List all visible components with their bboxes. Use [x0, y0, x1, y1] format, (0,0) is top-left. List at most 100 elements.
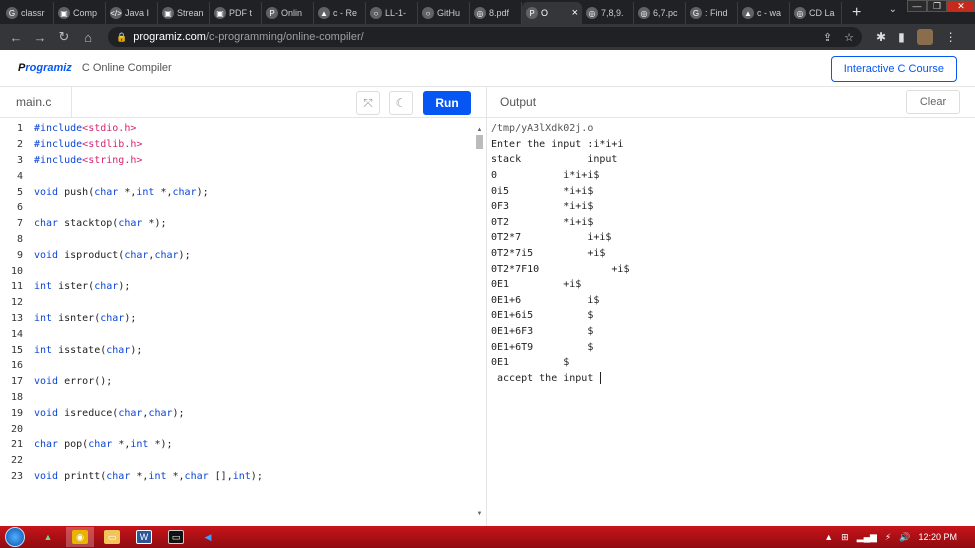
code-line[interactable]: 15 int isstate(char);: [0, 342, 474, 358]
code-line[interactable]: 23 void printt(char *, int *, char [], int);: [0, 469, 474, 485]
code-token: char: [100, 312, 125, 324]
taskbar-android-studio[interactable]: ▲: [34, 527, 62, 547]
tab-search-icon[interactable]: ⌄: [889, 4, 897, 15]
browser-tab[interactable]: ○ GitHu: [418, 2, 470, 24]
browser-tab[interactable]: G: Find: [686, 2, 738, 24]
browser-tab[interactable]: ◎ 6,7.pc: [634, 2, 686, 24]
browser-tab[interactable]: ○ LL-1-: [366, 2, 418, 24]
extensions-icon[interactable]: ✱: [876, 30, 886, 44]
reload-icon[interactable]: ↻: [54, 29, 74, 45]
code-line[interactable]: 12: [0, 295, 474, 311]
code-line[interactable]: 1 #include <stdio.h>: [0, 121, 474, 137]
scroll-up-arrow-icon[interactable]: ▲: [476, 127, 483, 133]
close-icon[interactable]: ✕: [947, 0, 975, 12]
code-line[interactable]: 4: [0, 168, 474, 184]
window-controls: — ❐ ✕: [907, 0, 975, 12]
code-line[interactable]: 3 #include <string.h>: [0, 153, 474, 169]
browser-tab[interactable]: ▣ Comp: [54, 2, 106, 24]
code-editor-panel: main.c ⤧ ☾ Run 1 #include <stdio.h> 2 #inclu…: [0, 86, 487, 526]
bookmark-star-icon[interactable]: ☆: [844, 31, 854, 44]
browser-tab[interactable]: ▲ c - wa: [738, 2, 790, 24]
browser-tab[interactable]: ◎ 8.pdf: [470, 2, 522, 24]
browser-tab[interactable]: ▲ c - Re: [314, 2, 366, 24]
browser-tab[interactable]: P Onlin: [262, 2, 314, 24]
start-button[interactable]: [0, 526, 30, 548]
editor-scrollbar[interactable]: ▲ ▼: [476, 127, 483, 517]
output-line: 0E1 $: [491, 355, 629, 371]
clear-button[interactable]: Clear: [906, 90, 960, 114]
code-area[interactable]: 1 #include <stdio.h> 2 #include <stdlib.h> 3 #i…: [0, 121, 474, 521]
code-token: char: [172, 186, 197, 198]
share-icon[interactable]: ⇪: [823, 31, 832, 44]
code-line[interactable]: 22: [0, 453, 474, 469]
browser-tab[interactable]: ▣ Strean: [158, 2, 210, 24]
new-tab-button[interactable]: +: [842, 2, 871, 24]
site-header: Programiz C Online Compiler Interactive …: [0, 50, 975, 87]
taskbar-vscode[interactable]: ◀: [194, 527, 222, 547]
profile-avatar[interactable]: [916, 29, 933, 45]
code-token: void: [34, 470, 59, 482]
code-line[interactable]: 6: [0, 200, 474, 216]
back-icon[interactable]: ←: [6, 30, 26, 45]
output-panel: Output Clear /tmp/yA3lXdk02j.o Enter the …: [487, 87, 975, 526]
fullscreen-icon[interactable]: ⤧: [356, 91, 380, 115]
taskbar-explorer[interactable]: ▭: [98, 527, 126, 547]
signal-icon[interactable]: ▂▄▆: [857, 532, 877, 543]
browser-tab[interactable]: ◎ CD La: [790, 2, 842, 24]
taskbar-cmd[interactable]: ▭: [162, 527, 190, 547]
tab-favicon-icon: ◎: [474, 7, 486, 19]
code-line[interactable]: 21 char pop(char *, int *);: [0, 437, 474, 453]
code-line[interactable]: 19 void isreduce(char, char);: [0, 405, 474, 421]
file-tab-main-c[interactable]: main.c: [0, 86, 72, 118]
line-number: 14: [10, 328, 23, 340]
scroll-down-arrow-icon[interactable]: ▼: [476, 511, 483, 517]
tab-title: : Find: [705, 8, 728, 18]
code-line[interactable]: 5 void push(char *, int *, char);: [0, 184, 474, 200]
code-line[interactable]: 13 int isnter(char);: [0, 311, 474, 327]
programiz-logo[interactable]: Programiz: [18, 62, 72, 74]
line-number: 20: [10, 423, 23, 435]
browser-tab[interactable]: </> Java I: [106, 2, 158, 24]
code-line[interactable]: 10: [0, 263, 474, 279]
browser-tab[interactable]: ▣ PDF t: [210, 2, 262, 24]
home-icon[interactable]: ⌂: [78, 30, 98, 45]
minimize-icon[interactable]: —: [907, 0, 927, 12]
code-line[interactable]: 17 void error();: [0, 374, 474, 390]
volume-icon[interactable]: 🔊: [899, 532, 910, 543]
url-input[interactable]: 🔒 programiz.com/c-programming/online-com…: [108, 27, 862, 47]
side-panel-icon[interactable]: ▮: [898, 30, 905, 44]
code-line[interactable]: 18: [0, 390, 474, 406]
interactive-course-button[interactable]: Interactive C Course: [830, 56, 957, 82]
code-line[interactable]: 9 void isproduct(char, char);: [0, 247, 474, 263]
browser-tab[interactable]: Gclassr: [2, 2, 54, 24]
forward-icon[interactable]: →: [30, 30, 50, 45]
code-token: stacktop(: [58, 218, 119, 230]
clock[interactable]: 12:20 PM: [918, 532, 957, 542]
browser-tab[interactable]: ◎ 7,8,9.: [582, 2, 634, 24]
code-line[interactable]: 2 #include <stdlib.h>: [0, 137, 474, 153]
tab-title: CD La: [809, 8, 835, 18]
output-line-text: 0i5 *i+i$: [491, 185, 594, 197]
code-line[interactable]: 14: [0, 326, 474, 342]
code-line[interactable]: 8: [0, 232, 474, 248]
taskbar-word[interactable]: W: [130, 527, 158, 547]
scroll-thumb[interactable]: [476, 135, 483, 149]
run-button[interactable]: Run: [423, 91, 471, 115]
browser-tab[interactable]: P O ×: [522, 2, 582, 24]
taskbar-chrome[interactable]: ◉: [66, 527, 94, 547]
output-console[interactable]: /tmp/yA3lXdk02j.o Enter the input :i*i+i s…: [491, 121, 629, 386]
network-icon[interactable]: ⊞: [841, 532, 849, 543]
tab-close-icon[interactable]: ×: [572, 7, 578, 19]
menu-icon[interactable]: ⋮: [945, 30, 957, 44]
code-line[interactable]: 7 char stacktop(char *);: [0, 216, 474, 232]
code-line[interactable]: 11 int ister(char);: [0, 279, 474, 295]
code-token: int: [232, 470, 251, 482]
tab-favicon-icon: ◎: [638, 7, 650, 19]
code-line[interactable]: 16: [0, 358, 474, 374]
dark-mode-moon-icon[interactable]: ☾: [389, 91, 413, 115]
code-line[interactable]: 20: [0, 421, 474, 437]
tray-expand-icon[interactable]: ▲: [824, 532, 833, 542]
code-token: char: [94, 281, 119, 293]
power-icon[interactable]: ⚡: [885, 532, 891, 543]
restore-icon[interactable]: ❐: [927, 0, 947, 12]
